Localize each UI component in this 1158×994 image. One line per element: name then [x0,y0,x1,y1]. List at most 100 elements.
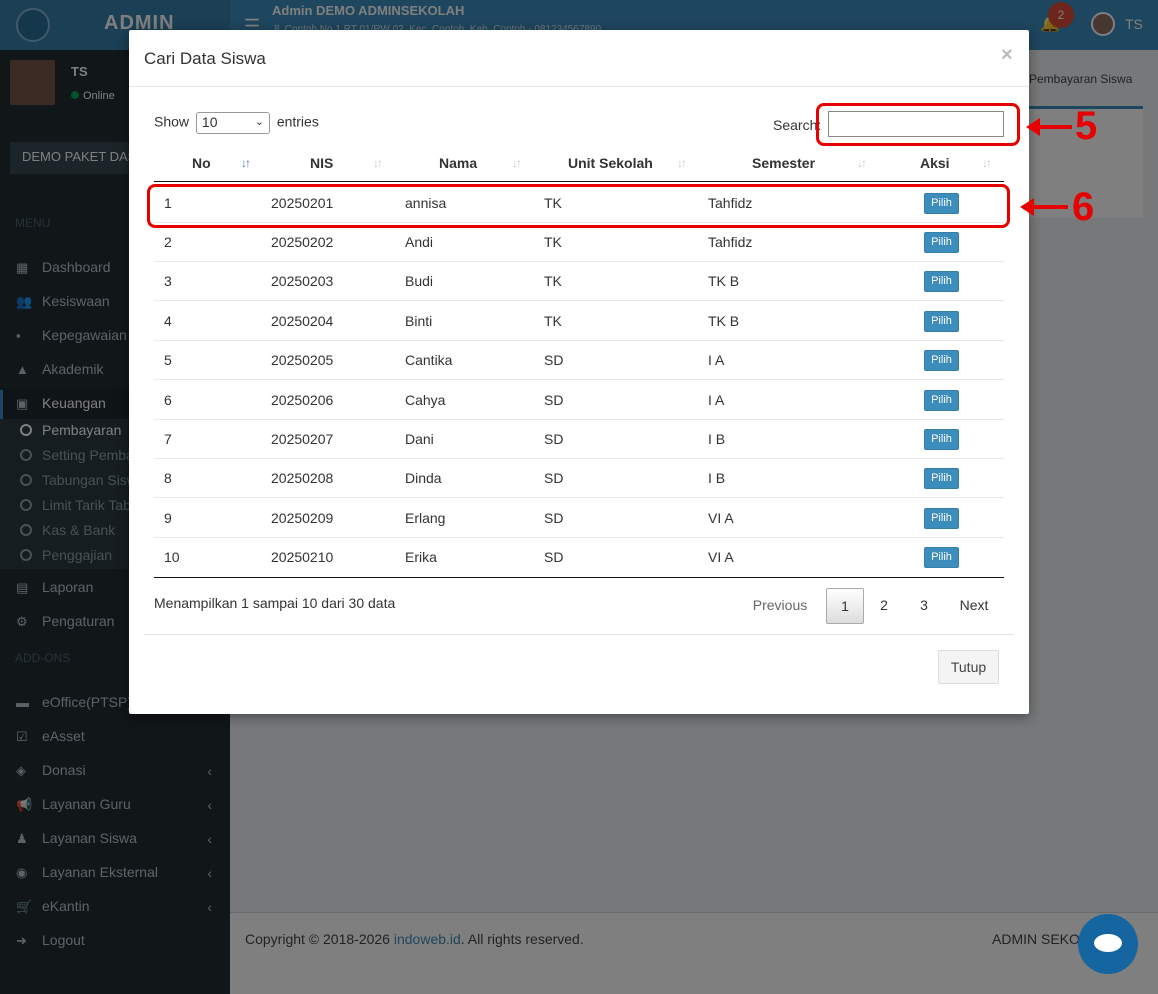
column-header-semester[interactable]: Semester [752,155,815,171]
cell-nama: Dinda [405,470,442,486]
cell-no: 8 [164,470,172,486]
cell-nis: 20250205 [271,352,334,368]
cell-no: 4 [164,313,172,329]
cell-semester: I A [708,392,725,408]
modal-title: Cari Data Siswa [144,49,266,68]
cell-nama: Cantika [405,352,453,368]
show-entries: Show 10 ⌄ entries [154,112,319,134]
cell-no: 9 [164,510,172,526]
cell-nis: 20250203 [271,273,334,289]
cell-unit: SD [544,549,564,565]
cell-no: 7 [164,431,172,447]
pilih-button[interactable]: Pilih [924,468,959,489]
table-info: Menampilkan 1 sampai 10 dari 30 data [154,595,396,611]
cell-semester: VI A [708,510,734,526]
pilih-button[interactable]: Pilih [924,311,959,332]
pilih-button[interactable]: Pilih [924,429,959,450]
cell-no: 5 [164,352,172,368]
cell-nis: 20250202 [271,234,334,250]
pagination-page-2[interactable]: 2 [869,588,899,624]
table-row[interactable]: 8 20250208 Dinda SD I B Pilih [154,459,1004,498]
tutup-button[interactable]: Tutup [938,650,999,684]
cell-semester: TK B [708,313,740,329]
pilih-button[interactable]: Pilih [924,390,959,411]
table-row[interactable]: 7 20250207 Dani SD I B Pilih [154,420,1004,459]
cell-no: 3 [164,273,172,289]
chat-bubble-icon[interactable] [1078,914,1138,974]
table-row[interactable]: 6 20250206 Cahya SD I A Pilih [154,381,1004,420]
modal-header: Cari Data Siswa × [129,30,1029,87]
pagination-previous[interactable]: Previous [739,588,821,624]
cell-no: 2 [164,234,172,250]
cell-nama: Dani [405,431,434,447]
sort-icon[interactable]: ↓↑ [373,156,383,170]
cell-nama: Erika [405,549,437,565]
sort-icon[interactable]: ↓↑ [512,156,522,170]
cell-unit: SD [544,510,564,526]
cell-nis: 20250210 [271,549,334,565]
column-header-aksi[interactable]: Aksi [920,155,950,171]
column-header-nama[interactable]: Nama [439,155,477,171]
cell-nama: Andi [405,234,434,250]
column-header-unit[interactable]: Unit Sekolah [568,155,653,171]
cell-semester: I B [708,431,726,447]
cell-nis: 20250204 [271,313,334,329]
pilih-button[interactable]: Pilih [924,271,959,292]
table-row[interactable]: 10 20250210 Erika SD VI A Pilih [154,538,1004,577]
search-label: Search: [773,117,822,133]
sort-icon[interactable]: ↓↑ [982,156,992,170]
pagination-page-1[interactable]: 1 [826,588,864,624]
table-row[interactable]: 3 20250203 Budi TK TK B Pilih [154,262,1004,301]
table-bottom-border [154,577,1004,578]
pilih-button[interactable]: Pilih [924,350,959,371]
modal-footer-divider [144,634,1014,635]
annotation-arrow-left-icon [1026,118,1072,136]
cell-nama: Binti [405,313,433,329]
annotation-arrow-left-icon [1020,198,1068,216]
cell-unit: TK [544,313,562,329]
cell-unit: SD [544,431,564,447]
pilih-button[interactable]: Pilih [924,547,959,568]
column-header-nis[interactable]: NIS [310,155,333,171]
table-header: No ↓↑ NIS ↓↑ Nama ↓↑ Unit Sekolah ↓↑ Sem… [154,146,1004,182]
cell-unit: SD [544,470,564,486]
show-label: Show [154,113,190,130]
pilih-button[interactable]: Pilih [924,508,959,529]
table-row[interactable]: 5 20250205 Cantika SD I A Pilih [154,341,1004,380]
pilih-button[interactable]: Pilih [924,232,959,253]
table-row[interactable]: 9 20250209 Erlang SD VI A Pilih [154,499,1004,538]
table-row[interactable]: 4 20250204 Binti TK TK B Pilih [154,302,1004,341]
sort-icon[interactable]: ↓↑ [857,156,867,170]
cell-nis: 20250208 [271,470,334,486]
cell-no: 6 [164,392,172,408]
sort-icon[interactable]: ↓↑ [677,156,687,170]
cell-semester: TK B [708,273,740,289]
annotation-step-5: 5 [1075,104,1098,148]
pagination-page-3[interactable]: 3 [909,588,939,624]
annotation-box-search [816,103,1020,146]
close-icon[interactable]: × [1001,44,1013,67]
annotation-box-row [147,184,1010,228]
annotation-step-6: 6 [1072,185,1095,229]
pagination-next[interactable]: Next [949,588,999,624]
cell-unit: TK [544,234,562,250]
chevron-down-icon: ⌄ [254,116,264,128]
cell-semester: VI A [708,549,734,565]
cell-semester: I A [708,352,725,368]
cell-semester: I B [708,470,726,486]
cell-nama: Erlang [405,510,446,526]
cell-nis: 20250206 [271,392,334,408]
sort-asc-icon[interactable]: ↓↑ [241,156,251,170]
column-header-no[interactable]: No [192,155,211,171]
cell-unit: TK [544,273,562,289]
cell-no: 10 [164,549,180,565]
cell-unit: SD [544,392,564,408]
entries-select[interactable]: 10 ⌄ [195,112,270,134]
cell-unit: SD [544,352,564,368]
cell-nama: Budi [405,273,434,289]
cell-nis: 20250209 [271,510,334,526]
cell-semester: Tahfidz [708,234,753,250]
entries-label: entries [276,113,319,130]
cell-nis: 20250207 [271,431,334,447]
table-row[interactable]: 2 20250202 Andi TK Tahfidz Pilih [154,223,1004,262]
